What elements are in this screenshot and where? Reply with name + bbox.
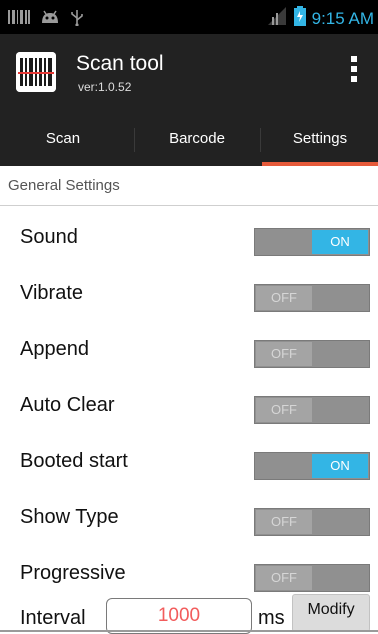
app-version: ver:1.0.52: [78, 80, 132, 94]
overflow-menu-icon[interactable]: [344, 56, 364, 92]
toggle-state: OFF: [256, 342, 312, 366]
interval-unit: ms: [258, 607, 285, 629]
toggle-state: OFF: [256, 566, 312, 590]
app-title: Scan tool: [76, 52, 164, 75]
progressive-toggle[interactable]: OFF: [254, 564, 370, 592]
setting-row-sound: Sound ON: [0, 212, 378, 268]
interval-row: Interval 1000 ms Modify: [0, 590, 378, 634]
tab-settings[interactable]: Settings: [262, 114, 378, 166]
setting-label: Booted start: [20, 450, 128, 472]
tab-bar: Scan Barcode Settings: [0, 114, 378, 166]
barcode-app-icon[interactable]: [16, 52, 56, 92]
interval-label: Interval: [20, 607, 86, 629]
status-bar-notifications: [8, 8, 84, 31]
modify-button[interactable]: Modify: [292, 594, 370, 632]
section-header: General Settings: [0, 166, 378, 206]
append-toggle[interactable]: OFF: [254, 340, 370, 368]
action-bar: Scan tool ver:1.0.52: [0, 34, 378, 114]
toggle-state: OFF: [256, 398, 312, 422]
setting-row-vibrate: Vibrate OFF: [0, 268, 378, 324]
auto-clear-toggle[interactable]: OFF: [254, 396, 370, 424]
booted-start-toggle[interactable]: ON: [254, 452, 370, 480]
signal-icon: [267, 7, 288, 30]
setting-row-booted-start: Booted start ON: [0, 436, 378, 492]
android-icon: [40, 10, 60, 29]
setting-label: Append: [20, 338, 89, 360]
sound-toggle[interactable]: ON: [254, 228, 370, 256]
status-bar-time: 9:15 AM: [311, 8, 374, 28]
interval-input[interactable]: 1000: [106, 598, 252, 634]
tab-divider: [260, 128, 261, 152]
setting-label: Sound: [20, 226, 78, 248]
section-title: General Settings: [8, 177, 120, 194]
toggle-state: ON: [312, 454, 368, 478]
setting-label: Auto Clear: [20, 394, 115, 416]
toggle-state: OFF: [256, 510, 312, 534]
show-type-toggle[interactable]: OFF: [254, 508, 370, 536]
toggle-state: ON: [312, 230, 368, 254]
setting-label: Show Type: [20, 506, 119, 528]
setting-row-auto-clear: Auto Clear OFF: [0, 380, 378, 436]
tab-scan[interactable]: Scan: [0, 114, 126, 166]
barcode-icon: [8, 10, 30, 29]
tab-barcode[interactable]: Barcode: [134, 114, 260, 166]
usb-icon: [70, 8, 84, 31]
vibrate-toggle[interactable]: OFF: [254, 284, 370, 312]
setting-label: Progressive: [20, 562, 126, 584]
status-bar-system: 9:15 AM: [267, 6, 374, 31]
setting-row-append: Append OFF: [0, 324, 378, 380]
section-divider: [0, 205, 378, 206]
battery-icon: [293, 6, 306, 31]
setting-label: Vibrate: [20, 282, 84, 304]
setting-row-show-type: Show Type OFF: [0, 492, 378, 548]
status-bar: 9:15 AM: [0, 0, 378, 34]
toggle-state: OFF: [256, 286, 312, 310]
